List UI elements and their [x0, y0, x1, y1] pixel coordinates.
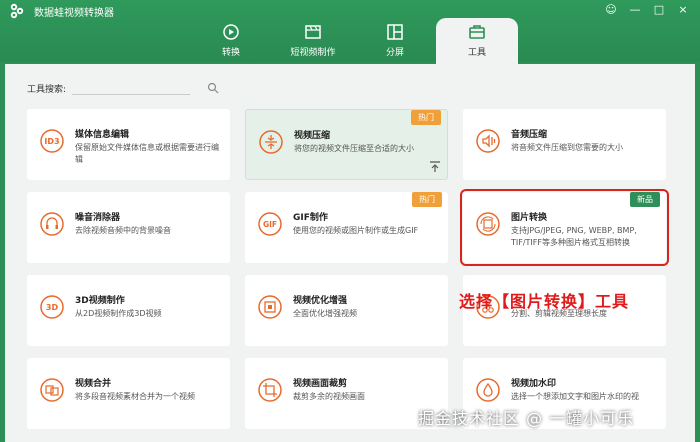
- tool-card-3d-video[interactable]: 3D 3D视频制作 从2D视频制作成3D视频: [27, 275, 230, 346]
- tool-title: 视频加水印: [511, 379, 557, 389]
- watermark-text: 掘金技术社区 @ 一罐小可乐: [418, 409, 635, 428]
- id3-icon-text: ID3: [44, 137, 59, 146]
- tool-desc: 将音频文件压缩到您需要的大小: [511, 143, 623, 152]
- tool-title: 视频优化增强: [293, 296, 348, 306]
- hot-badge: 热门: [412, 192, 442, 207]
- tool-desc: 全面优化增强视频: [293, 309, 357, 318]
- tool-desc: 保留原始文件媒体信息或根据需要进行编辑: [75, 143, 219, 164]
- tool-title: 视频压缩: [294, 131, 331, 141]
- tab-convert[interactable]: 转换: [190, 18, 272, 64]
- image-convert-icon: [476, 212, 500, 236]
- hot-badge: 热门: [411, 110, 441, 125]
- tool-title: 媒体信息编辑: [75, 130, 130, 140]
- tool-card-media-info[interactable]: ID3 媒体信息编辑 保留原始文件媒体信息或根据需要进行编辑: [27, 109, 230, 180]
- annotation-callout: 选择【图片转换】工具: [459, 292, 630, 311]
- tool-title: 图片转换: [511, 213, 548, 223]
- main-tabs: 转换 短视频制作 分屏 工具: [190, 18, 518, 64]
- search-input[interactable]: [72, 81, 191, 95]
- tool-desc: 从2D视频制作成3D视频: [75, 309, 162, 318]
- minimize-icon[interactable]: —: [626, 2, 644, 18]
- convert-icon: [223, 24, 239, 40]
- tab-split-screen[interactable]: 分屏: [354, 18, 436, 64]
- tool-desc: 将多段音视频素材合并为一个视频: [75, 392, 195, 401]
- tool-desc: 选择一个想添加文字和图片水印的视: [511, 392, 639, 401]
- tool-title: 3D视频制作: [75, 296, 125, 306]
- tool-card-video-merge[interactable]: 视频合并 将多段音视频素材合并为一个视频: [27, 358, 230, 429]
- tool-desc: 将您的视频文件压缩至合适的大小: [294, 144, 414, 153]
- close-icon[interactable]: ×: [674, 2, 692, 18]
- tool-grid: ID3 媒体信息编辑 保留原始文件媒体信息或根据需要进行编辑 热门 视频压缩 将…: [27, 109, 669, 429]
- 3d-icon: 3D: [40, 295, 64, 319]
- toolbox-icon: [469, 25, 485, 39]
- tab-label: 工具: [467, 48, 486, 58]
- tab-label: 短视频制作: [290, 48, 336, 58]
- noise-icon: [40, 212, 64, 236]
- compress-icon: [259, 130, 283, 154]
- tab-tools[interactable]: 工具: [436, 18, 518, 64]
- tool-desc: 裁剪多余的视频画面: [293, 392, 365, 401]
- tab-short-video[interactable]: 短视频制作: [272, 18, 354, 64]
- tool-title: 视频画面裁剪: [293, 379, 348, 389]
- tool-desc: 支持JPG/JPEG, PNG, WEBP, BMP, TIF/TIFF等多种图…: [511, 226, 637, 247]
- crop-icon: [258, 378, 282, 402]
- tool-desc: 去除视频音频中的背景噪音: [75, 226, 171, 235]
- short-video-icon: [305, 25, 321, 39]
- search-icon[interactable]: [207, 82, 219, 94]
- enhance-icon: [258, 295, 282, 319]
- tool-card-video-enhance[interactable]: 视频优化增强 全面优化增强视频: [245, 275, 448, 346]
- gif-icon-text: GIF: [263, 220, 277, 229]
- tab-label: 转换: [221, 48, 240, 58]
- tab-label: 分屏: [385, 48, 404, 58]
- tool-title: 视频合并: [75, 379, 112, 389]
- tool-card-gif-maker[interactable]: 热门 GIF GIF制作 使用您的视频或图片制作或生成GIF: [245, 192, 448, 263]
- tool-card-audio-compress[interactable]: 音频压缩 将音频文件压缩到您需要的大小: [463, 109, 666, 180]
- gif-icon: GIF: [258, 212, 282, 236]
- pin-top-icon[interactable]: [429, 161, 441, 173]
- title-bar: 数据蛙视频转换器 ☺ — □ × 转换 短视频制作 分屏 工具: [0, 0, 700, 64]
- new-badge: 新品: [630, 192, 660, 207]
- window-controls: ☺ — □ ×: [602, 2, 692, 18]
- tool-title: 音频压缩: [511, 130, 548, 140]
- tool-search: 工具搜索:: [27, 81, 219, 95]
- tool-desc: 使用您的视频或图片制作或生成GIF: [293, 226, 419, 235]
- merge-icon: [40, 378, 64, 402]
- tool-title: GIF制作: [293, 213, 328, 223]
- app-title: 数据蛙视频转换器: [34, 8, 114, 19]
- search-label: 工具搜索:: [27, 84, 67, 95]
- tool-card-image-convert[interactable]: 新品 图片转换 支持JPG/JPEG, PNG, WEBP, BMP, TIF/…: [460, 189, 669, 266]
- feedback-icon[interactable]: ☺: [602, 2, 620, 18]
- tools-panel: 工具搜索: ID3 媒体信息编辑 保留原始文件媒体信息或根据需要进行编辑 热门 …: [5, 64, 695, 442]
- split-screen-icon: [387, 24, 403, 40]
- maximize-icon[interactable]: □: [650, 2, 668, 18]
- audio-compress-icon: [476, 129, 500, 153]
- watermark-icon: [476, 378, 500, 402]
- tool-card-noise-remover[interactable]: 噪音消除器 去除视频音频中的背景噪音: [27, 192, 230, 263]
- tool-card-video-compress[interactable]: 热门 视频压缩 将您的视频文件压缩至合适的大小: [245, 109, 448, 180]
- app-logo-icon: [10, 3, 24, 19]
- 3d-icon-text: 3D: [46, 303, 59, 312]
- tool-title: 噪音消除器: [75, 213, 121, 223]
- id3-icon: ID3: [40, 129, 64, 153]
